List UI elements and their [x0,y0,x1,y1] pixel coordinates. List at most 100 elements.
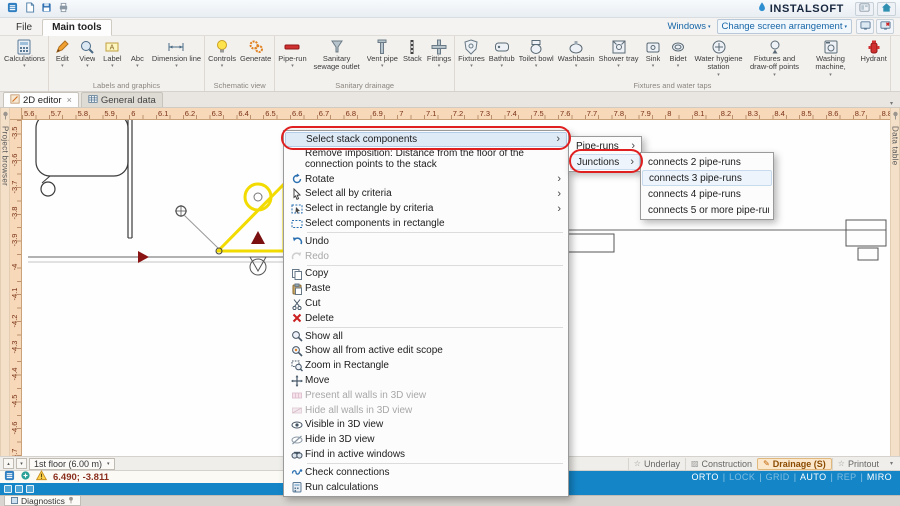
data-table-strip[interactable]: Data table [890,108,900,456]
move-icon [288,375,305,387]
mode-lock[interactable]: LOCK [729,472,755,482]
menu-item-move[interactable]: Move [285,373,567,388]
monitor-close-button[interactable] [876,19,894,34]
submenu-item-junctions[interactable]: Junctions› [570,154,640,170]
ribbon-button-water-hygiene-station-standalone[interactable]: Water hygiene station (standalone)▾ [691,37,747,81]
diagnostics-tab[interactable]: Diagnostics [4,496,81,506]
ribbon-button-vent-pipe[interactable]: Vent pipe▾ [365,37,400,81]
ribbon-button-label[interactable]: ALabel▾ [100,37,125,81]
status-modes: ORTO|LOCK|GRID|AUTO|REP|MIRO [568,471,900,483]
dropdown-arrow-icon: ▾ [381,63,384,70]
close-tab-icon[interactable]: × [67,95,72,105]
mode-miro[interactable]: MIRO [867,472,892,482]
ribbon-button-washing-machine-dishwasher[interactable]: Washing machine, Dishwasher▾ [803,37,859,81]
mode-rep[interactable]: REP [837,472,857,482]
ribbon-button-fittings[interactable]: Fittings▾ [425,37,453,81]
ribbon-button-washbasin[interactable]: Washbasin▾ [556,37,597,81]
doc-tab-2d-editor[interactable]: 2D editor× [3,92,79,107]
ribbon-button-generate[interactable]: Generate [238,37,273,81]
menu-item-zoom-in-rectangle[interactable]: Zoom in Rectangle [285,358,567,373]
home-button[interactable] [877,2,896,16]
ribbon-button-sink[interactable]: Sink▾ [641,37,666,81]
ribbon-group-sanitary-drainage: Pipe-run▾Sanitary sewage outletVent pipe… [275,36,455,91]
ribbon-button-dimension-line[interactable]: Dimension line▾ [150,37,203,81]
ribbon-button-controls[interactable]: Controls▾ [206,37,238,81]
ribbon-button-sanitary-sewage-outlet[interactable]: Sanitary sewage outlet [309,37,365,81]
menu-item-select-components-in-rectangle[interactable]: Select components in rectangle [285,216,567,231]
ribbon-button-bathtub[interactable]: Bathtub▾ [487,37,517,81]
menu-item-find-in-active-windows[interactable]: Find in active windows [285,447,567,462]
submenu-item-connects-2-pipe-runs[interactable]: connects 2 pipe-runs [642,154,772,170]
menu-item-undo[interactable]: Undo [285,234,567,249]
titlebar: INSTALSOFT [0,0,900,18]
submenu-item-connects-5-or-more-pipe-runs[interactable]: connects 5 or more pipe-runs [642,202,772,218]
menu-item-select-stack-components[interactable]: Select stack components› [285,132,567,147]
layer-toggle-printout[interactable]: ☆Printout [832,458,884,470]
star-icon: ☆ [838,459,845,468]
ribbon-button-abc[interactable]: Abc▾ [125,37,150,81]
menu-item-run-calculations[interactable]: Run calculations [285,480,567,495]
floorbar-chevron-icon[interactable]: ▾ [886,460,897,467]
stack-pipe-icon [404,38,420,55]
submenu-arrow-icon: › [628,156,636,168]
ribbon-button-stack[interactable]: Stack [400,37,425,81]
menu-item-paste[interactable]: Paste [285,281,567,296]
windows-menu[interactable]: Windows▾ [663,21,714,32]
menu-item-check-connections[interactable]: Check connections [285,465,567,480]
menu-item-delete[interactable]: Delete [285,311,567,326]
visible-3d-icon [288,419,305,431]
mode-grid[interactable]: GRID [766,472,790,482]
selected-stack-triangle[interactable] [218,184,284,251]
mode-orto[interactable]: ORTO [692,472,719,482]
app-menu-button[interactable] [4,2,20,16]
panel-icon-2[interactable] [15,485,23,493]
ribbon-button-toilet-bowl[interactable]: Toilet bowl▾ [517,37,556,81]
floor-down-button[interactable]: ▾ [16,458,27,469]
submenu-item-connects-4-pipe-runs[interactable]: connects 4 pipe-runs [642,186,772,202]
dropdown-arrow-icon: ▾ [136,63,139,70]
hruler-label: 8.2 [721,109,731,118]
ribbon-button-bidet[interactable]: Bidet▾ [666,37,691,81]
new-document-button[interactable] [21,2,37,16]
menu-item-remove-imposition-distance-from-the-floor-[interactable]: Remove imposition: Distance from the flo… [285,147,567,172]
menu-item-select-in-rectangle-by-criteria[interactable]: Select in rectangle by criteria› [285,201,567,216]
ribbon-button-calculations[interactable]: Calculations▾ [2,37,47,81]
ribbon-button-view[interactable]: View▾ [75,37,100,81]
menu-tab-main-tools[interactable]: Main tools [42,19,111,36]
layer-toggle-drainage-s[interactable]: ✎Drainage (S) [757,458,832,470]
layer-toggle-construction[interactable]: ▨Construction [685,458,757,470]
submenu-item-connects-3-pipe-runs[interactable]: connects 3 pipe-runs [642,170,772,186]
menu-item-rotate[interactable]: Rotate› [285,172,567,187]
doc-tab-general-data[interactable]: General data [81,92,163,107]
menu-item-copy[interactable]: Copy [285,267,567,282]
menu-item-hide-in-3d-view[interactable]: Hide in 3D view [285,432,567,447]
layout-button[interactable] [855,2,874,16]
menu-item-cut[interactable]: Cut [285,296,567,311]
ribbon-button-edit[interactable]: Edit▾ [50,37,75,81]
print-button[interactable] [55,2,71,16]
save-button[interactable] [38,2,54,16]
change-screen-arrangement-menu[interactable]: Change screen arrangement▾ [717,19,852,34]
menu-item-show-all-from-active-edit-scope[interactable]: Show all from active edit scope [285,344,567,359]
panel-icon-3[interactable] [26,485,34,493]
project-browser-strip[interactable]: Project browser [0,108,10,456]
home-icon [881,1,892,16]
submenu-item-pipe-runs[interactable]: Pipe-runs› [570,138,640,154]
selected-stack-circle[interactable] [245,184,271,210]
ribbon-button-shower-tray[interactable]: Shower tray▾ [597,37,641,81]
mode-auto[interactable]: AUTO [800,472,826,482]
floor-up-button[interactable]: ▴ [3,458,14,469]
monitor-button[interactable] [856,19,874,34]
ribbon-button-fixtures[interactable]: Fixtures▾ [456,37,487,81]
menu-item-show-all[interactable]: Show all [285,329,567,344]
ribbon-button-hydrant[interactable]: Hydrant [859,37,889,81]
tab-overflow-chevron-icon[interactable]: ▾ [886,100,897,107]
menu-tab-file[interactable]: File [6,19,42,36]
ribbon-button-pipe-run[interactable]: Pipe-run▾ [276,37,308,81]
ribbon-button-fixtures-and-draw-off-points[interactable]: Fixtures and draw-off points▾ [747,37,803,81]
layer-toggle-underlay[interactable]: ☆Underlay [628,458,685,470]
floor-selector[interactable]: 1st floor (6.00 m) ▾ [29,458,115,470]
panel-icon-1[interactable] [4,485,12,493]
menu-item-visible-in-3d-view[interactable]: Visible in 3D view [285,418,567,433]
menu-item-select-all-by-criteria[interactable]: Select all by criteria› [285,187,567,202]
